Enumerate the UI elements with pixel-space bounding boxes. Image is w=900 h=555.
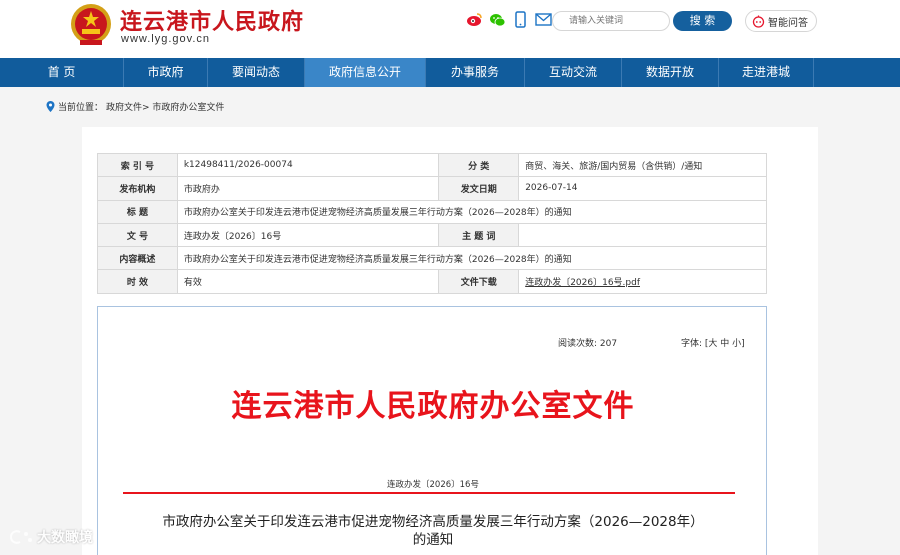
robot-icon — [752, 15, 765, 28]
weibo-icon[interactable] — [466, 11, 483, 28]
mobile-icon[interactable] — [512, 11, 529, 28]
mail-icon[interactable] — [535, 11, 552, 28]
share-icons — [466, 11, 552, 28]
nav-home[interactable]: 首 页 — [0, 58, 124, 87]
table-row: 时 效 有效 文件下载 连政办发〔2026〕16号.pdf — [97, 269, 767, 294]
breadcrumb-path[interactable]: 政府文件> 市政府办公室文件 — [106, 100, 224, 113]
meta-label-publisher: 发布机构 — [97, 176, 178, 201]
table-row: 发布机构 市政府办 发文日期 2026-07-14 — [97, 176, 767, 201]
breadcrumb-label: 当前位置： — [58, 103, 104, 113]
file-download-link[interactable]: 连政办发〔2026〕16号.pdf — [518, 269, 767, 294]
meta-label-summary: 内容概述 — [97, 246, 178, 271]
search-button[interactable]: 搜 索 — [673, 11, 732, 31]
watermark-text: 大数瞰境 — [37, 530, 93, 546]
nav-news[interactable]: 要闻动态 — [208, 58, 305, 87]
meta-value-title: 市政府办公室关于印发连云港市促进宠物经济高质量发展三年行动方案（2026—202… — [176, 199, 768, 224]
document-header: 连云港市人民政府办公室文件 — [231, 389, 635, 424]
table-row: 内容概述 市政府办公室关于印发连云港市促进宠物经济高质量发展三年行动方案（202… — [97, 246, 768, 271]
search-input[interactable] — [552, 11, 670, 31]
meta-value-summary: 市政府办公室关于印发连云港市促进宠物经济高质量发展三年行动方案（2026—202… — [176, 246, 768, 271]
site-url: www.lyg.gov.cn — [121, 33, 210, 45]
meta-label-download: 文件下载 — [438, 269, 520, 294]
font-size-switcher[interactable]: 字体: [大 中 小] — [681, 336, 745, 349]
meta-label-issue-date: 发文日期 — [438, 176, 520, 201]
meta-label-index: 索 引 号 — [97, 152, 178, 178]
table-row: 标 题 市政府办公室关于印发连云港市促进宠物经济高质量发展三年行动方案（2026… — [97, 199, 768, 224]
document-title-line-2: 的通知 — [412, 532, 454, 548]
meta-label-validity: 时 效 — [97, 269, 178, 294]
site-header: 连云港市人民政府 www.lyg.gov.cn 搜 索 智能问答 — [0, 0, 900, 58]
article-body: 阅读次数: 207 字体: [大 中 小] 连云港市人民政府办公室文件 连政办发… — [97, 306, 767, 555]
nav-about-city[interactable]: 走进港城 — [719, 58, 814, 87]
meta-label-category: 分 类 — [438, 152, 520, 178]
document-meta-table: 索 引 号 k12498411/2026-00074 分 类 商贸、海关、旅游/… — [97, 152, 768, 294]
smart-qa-label: 智能问答 — [768, 17, 808, 29]
meta-label-keywords: 主 题 词 — [438, 222, 520, 248]
document-title: 市政府办公室关于印发连云港市促进宠物经济高质量发展三年行动方案（2026—202… — [98, 513, 768, 549]
watermark-logo-icon — [10, 530, 32, 544]
meta-value-issue-date: 2026-07-14 — [518, 176, 767, 201]
meta-value-index: k12498411/2026-00074 — [176, 152, 440, 178]
meta-value-category: 商贸、海关、旅游/国内贸易（含供销）/通知 — [518, 152, 767, 178]
table-row: 索 引 号 k12498411/2026-00074 分 类 商贸、海关、旅游/… — [97, 152, 767, 178]
smart-qa-button[interactable]: 智能问答 — [745, 10, 817, 32]
nav-open-data[interactable]: 数据开放 — [622, 58, 719, 87]
nav-city-government[interactable]: 市政府 — [124, 58, 208, 87]
meta-label-doc-number: 文 号 — [97, 222, 178, 248]
site-name[interactable]: 连云港市人民政府 — [120, 4, 304, 36]
content-panel: 索 引 号 k12498411/2026-00074 分 类 商贸、海关、旅游/… — [82, 127, 818, 555]
meta-label-title: 标 题 — [97, 199, 178, 224]
watermark: 大数瞰境 — [8, 527, 93, 547]
document-number: 连政办发〔2026〕16号 — [387, 480, 479, 490]
read-count: 阅读次数: 207 — [558, 339, 618, 349]
meta-value-validity: 有效 — [176, 269, 440, 294]
breadcrumb: 当前位置： 政府文件> 市政府办公室文件 — [46, 100, 224, 113]
meta-value-publisher: 市政府办 — [176, 176, 440, 201]
main-nav: 首 页 市政府 要闻动态 政府信息公开 办事服务 互动交流 数据开放 走进港城 — [0, 58, 900, 87]
location-pin-icon — [46, 101, 55, 112]
meta-value-keywords — [518, 222, 767, 248]
nav-gov-info-disclosure[interactable]: 政府信息公开 — [305, 58, 426, 87]
table-row: 文 号 连政办发〔2026〕16号 主 题 词 — [97, 222, 767, 248]
wechat-icon[interactable] — [489, 11, 506, 28]
nav-services[interactable]: 办事服务 — [426, 58, 525, 87]
national-emblem-icon — [71, 4, 111, 45]
red-divider — [123, 492, 735, 494]
document-title-line-1: 市政府办公室关于印发连云港市促进宠物经济高质量发展三年行动方案（2026—202… — [162, 514, 704, 530]
meta-value-doc-number: 连政办发〔2026〕16号 — [176, 222, 440, 248]
nav-interaction[interactable]: 互动交流 — [525, 58, 622, 87]
